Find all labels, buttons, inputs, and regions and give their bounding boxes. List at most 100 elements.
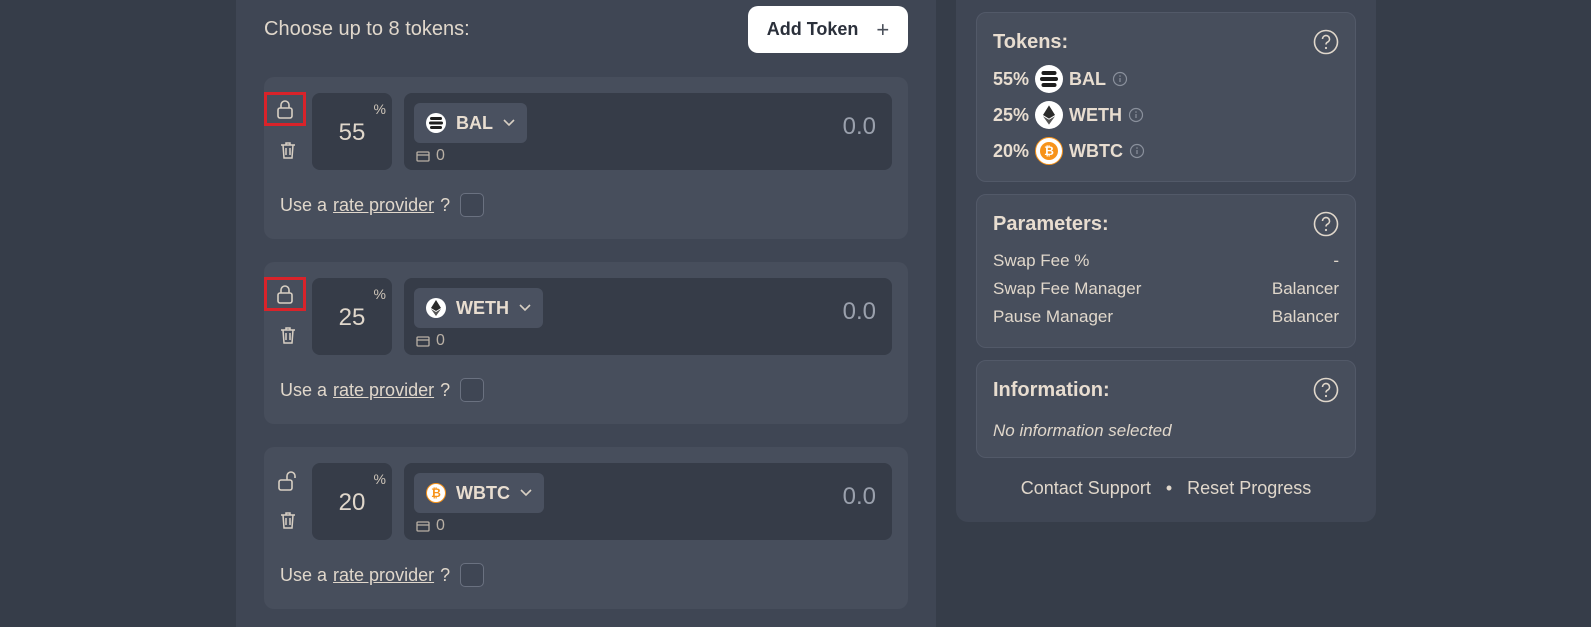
add-token-label: Add Token	[766, 19, 859, 39]
rate-provider-link[interactable]: rate provider	[333, 380, 434, 401]
choose-tokens-label: Choose up to 8 tokens:	[264, 18, 470, 40]
amount-input[interactable]: WETH 0.0 0	[404, 278, 892, 355]
amount-value: 0.0	[842, 113, 876, 140]
rate-provider-checkbox[interactable]	[460, 193, 485, 217]
lock-icon	[277, 285, 293, 304]
balance-value: 0	[436, 517, 445, 534]
balance-value: 0	[436, 147, 445, 164]
token-row-weth: % 25 WETH 0.0 0 Use a rate provider ?	[264, 262, 908, 424]
rate-provider-row: Use a rate provider ?	[280, 193, 485, 217]
rate-provider-link[interactable]: rate provider	[333, 565, 434, 586]
param-label: Swap Fee Manager	[993, 279, 1142, 298]
wallet-balance: 0	[416, 332, 445, 350]
wallet-balance: 0	[416, 147, 445, 165]
amount-value: 0.0	[842, 298, 876, 325]
param-pause-manager: Pause Manager Balancer	[993, 307, 1339, 327]
footer-links: Contact Support • Reset Progress	[956, 478, 1376, 499]
token-pct: 55%	[993, 68, 1030, 89]
token-select-weth[interactable]: WETH	[414, 288, 543, 328]
rate-prefix: Use a	[280, 564, 328, 585]
info-icon[interactable]	[1112, 71, 1128, 87]
rate-prefix: Use a	[280, 194, 328, 215]
info-icon[interactable]	[1129, 143, 1145, 159]
info-icon[interactable]	[1128, 107, 1144, 123]
trash-icon	[281, 327, 295, 344]
information-card: Information: No information selected	[976, 360, 1356, 458]
rate-provider-row: Use a rate provider ?	[280, 378, 485, 402]
token-symbol: WBTC	[456, 482, 510, 503]
weight-value: 55	[338, 119, 366, 146]
eth-token-icon	[426, 298, 446, 318]
reset-progress-link[interactable]: Reset Progress	[1187, 478, 1311, 498]
information-text: No information selected	[993, 421, 1172, 440]
weight-input[interactable]: % 25	[312, 278, 392, 355]
unlock-icon	[278, 471, 296, 491]
param-label: Swap Fee %	[993, 251, 1090, 270]
add-token-button[interactable]: Add Token +	[748, 6, 908, 53]
rate-prefix: Use a	[280, 379, 328, 400]
weight-value: 20	[338, 489, 366, 516]
percent-sign: %	[373, 101, 386, 117]
token-symbol: WETH	[1069, 104, 1123, 125]
wallet-icon	[416, 336, 430, 347]
percent-sign: %	[373, 286, 386, 302]
balance-value: 0	[436, 332, 445, 349]
plus-icon: +	[876, 16, 890, 42]
lock-button[interactable]	[264, 277, 306, 311]
chevron-down-icon	[519, 304, 531, 312]
parameters-title: Parameters:	[993, 213, 1109, 235]
percent-sign: %	[373, 471, 386, 487]
amount-input[interactable]: ₿ WBTC 0.0 0	[404, 463, 892, 540]
eth-token-icon	[1035, 101, 1064, 129]
rate-suffix: ?	[440, 379, 451, 400]
param-label: Pause Manager	[993, 307, 1114, 326]
contact-support-link[interactable]: Contact Support	[1021, 478, 1151, 498]
param-value: -	[1333, 251, 1339, 270]
token-symbol: BAL	[1069, 68, 1107, 89]
lock-icon	[277, 100, 293, 119]
token-summary-weth: 25% WETH	[993, 101, 1144, 129]
bal-token-icon	[1035, 65, 1064, 93]
weight-input[interactable]: % 55	[312, 93, 392, 170]
chevron-down-icon	[503, 119, 515, 127]
token-select-bal[interactable]: BAL	[414, 103, 527, 143]
pool-summary-panel: Tokens: 55% BAL 25% WETH 20% ₿ WBTC Para…	[956, 0, 1376, 522]
token-symbol: WETH	[456, 297, 509, 318]
token-row-bal: % 55 BAL 0.0 0 Use a rate provider ?	[264, 77, 908, 239]
delete-token-button[interactable]	[267, 133, 309, 167]
rate-suffix: ?	[440, 194, 451, 215]
param-swap-fee: Swap Fee % -	[993, 251, 1339, 271]
rate-provider-checkbox[interactable]	[460, 378, 485, 402]
delete-token-button[interactable]	[267, 318, 309, 352]
wallet-icon	[416, 151, 430, 162]
help-icon[interactable]	[1313, 377, 1339, 403]
param-value: Balancer	[1271, 279, 1339, 298]
parameters-card: Parameters: Swap Fee % - Swap Fee Manage…	[976, 194, 1356, 348]
token-symbol: BAL	[456, 112, 493, 133]
weight-value: 25	[338, 304, 366, 331]
wallet-icon	[416, 521, 430, 532]
help-icon[interactable]	[1313, 29, 1339, 55]
param-swap-fee-manager: Swap Fee Manager Balancer	[993, 279, 1339, 299]
trash-icon	[281, 512, 295, 529]
wallet-balance: 0	[416, 517, 445, 535]
weight-input[interactable]: % 20	[312, 463, 392, 540]
token-select-wbtc[interactable]: ₿ WBTC	[414, 473, 544, 513]
delete-token-button[interactable]	[267, 503, 309, 537]
separator-dot: •	[1165, 478, 1173, 498]
amount-value: 0.0	[842, 483, 876, 510]
rate-provider-link[interactable]: rate provider	[333, 195, 434, 216]
token-summary-bal: 55% BAL	[993, 65, 1128, 93]
token-pct: 25%	[993, 104, 1030, 125]
unlock-button[interactable]	[267, 464, 309, 498]
rate-provider-checkbox[interactable]	[460, 563, 485, 587]
token-summary-wbtc: 20% ₿ WBTC	[993, 137, 1145, 165]
tokens-summary-card: Tokens: 55% BAL 25% WETH 20% ₿ WBTC	[976, 12, 1356, 182]
btc-token-icon: ₿	[426, 483, 446, 503]
param-value: Balancer	[1271, 307, 1339, 326]
lock-button[interactable]	[264, 92, 306, 126]
help-icon[interactable]	[1313, 211, 1339, 237]
token-row-wbtc: % 20 ₿ WBTC 0.0 0 Use a rate provider ?	[264, 447, 908, 609]
amount-input[interactable]: BAL 0.0 0	[404, 93, 892, 170]
information-title: Information:	[993, 379, 1110, 401]
